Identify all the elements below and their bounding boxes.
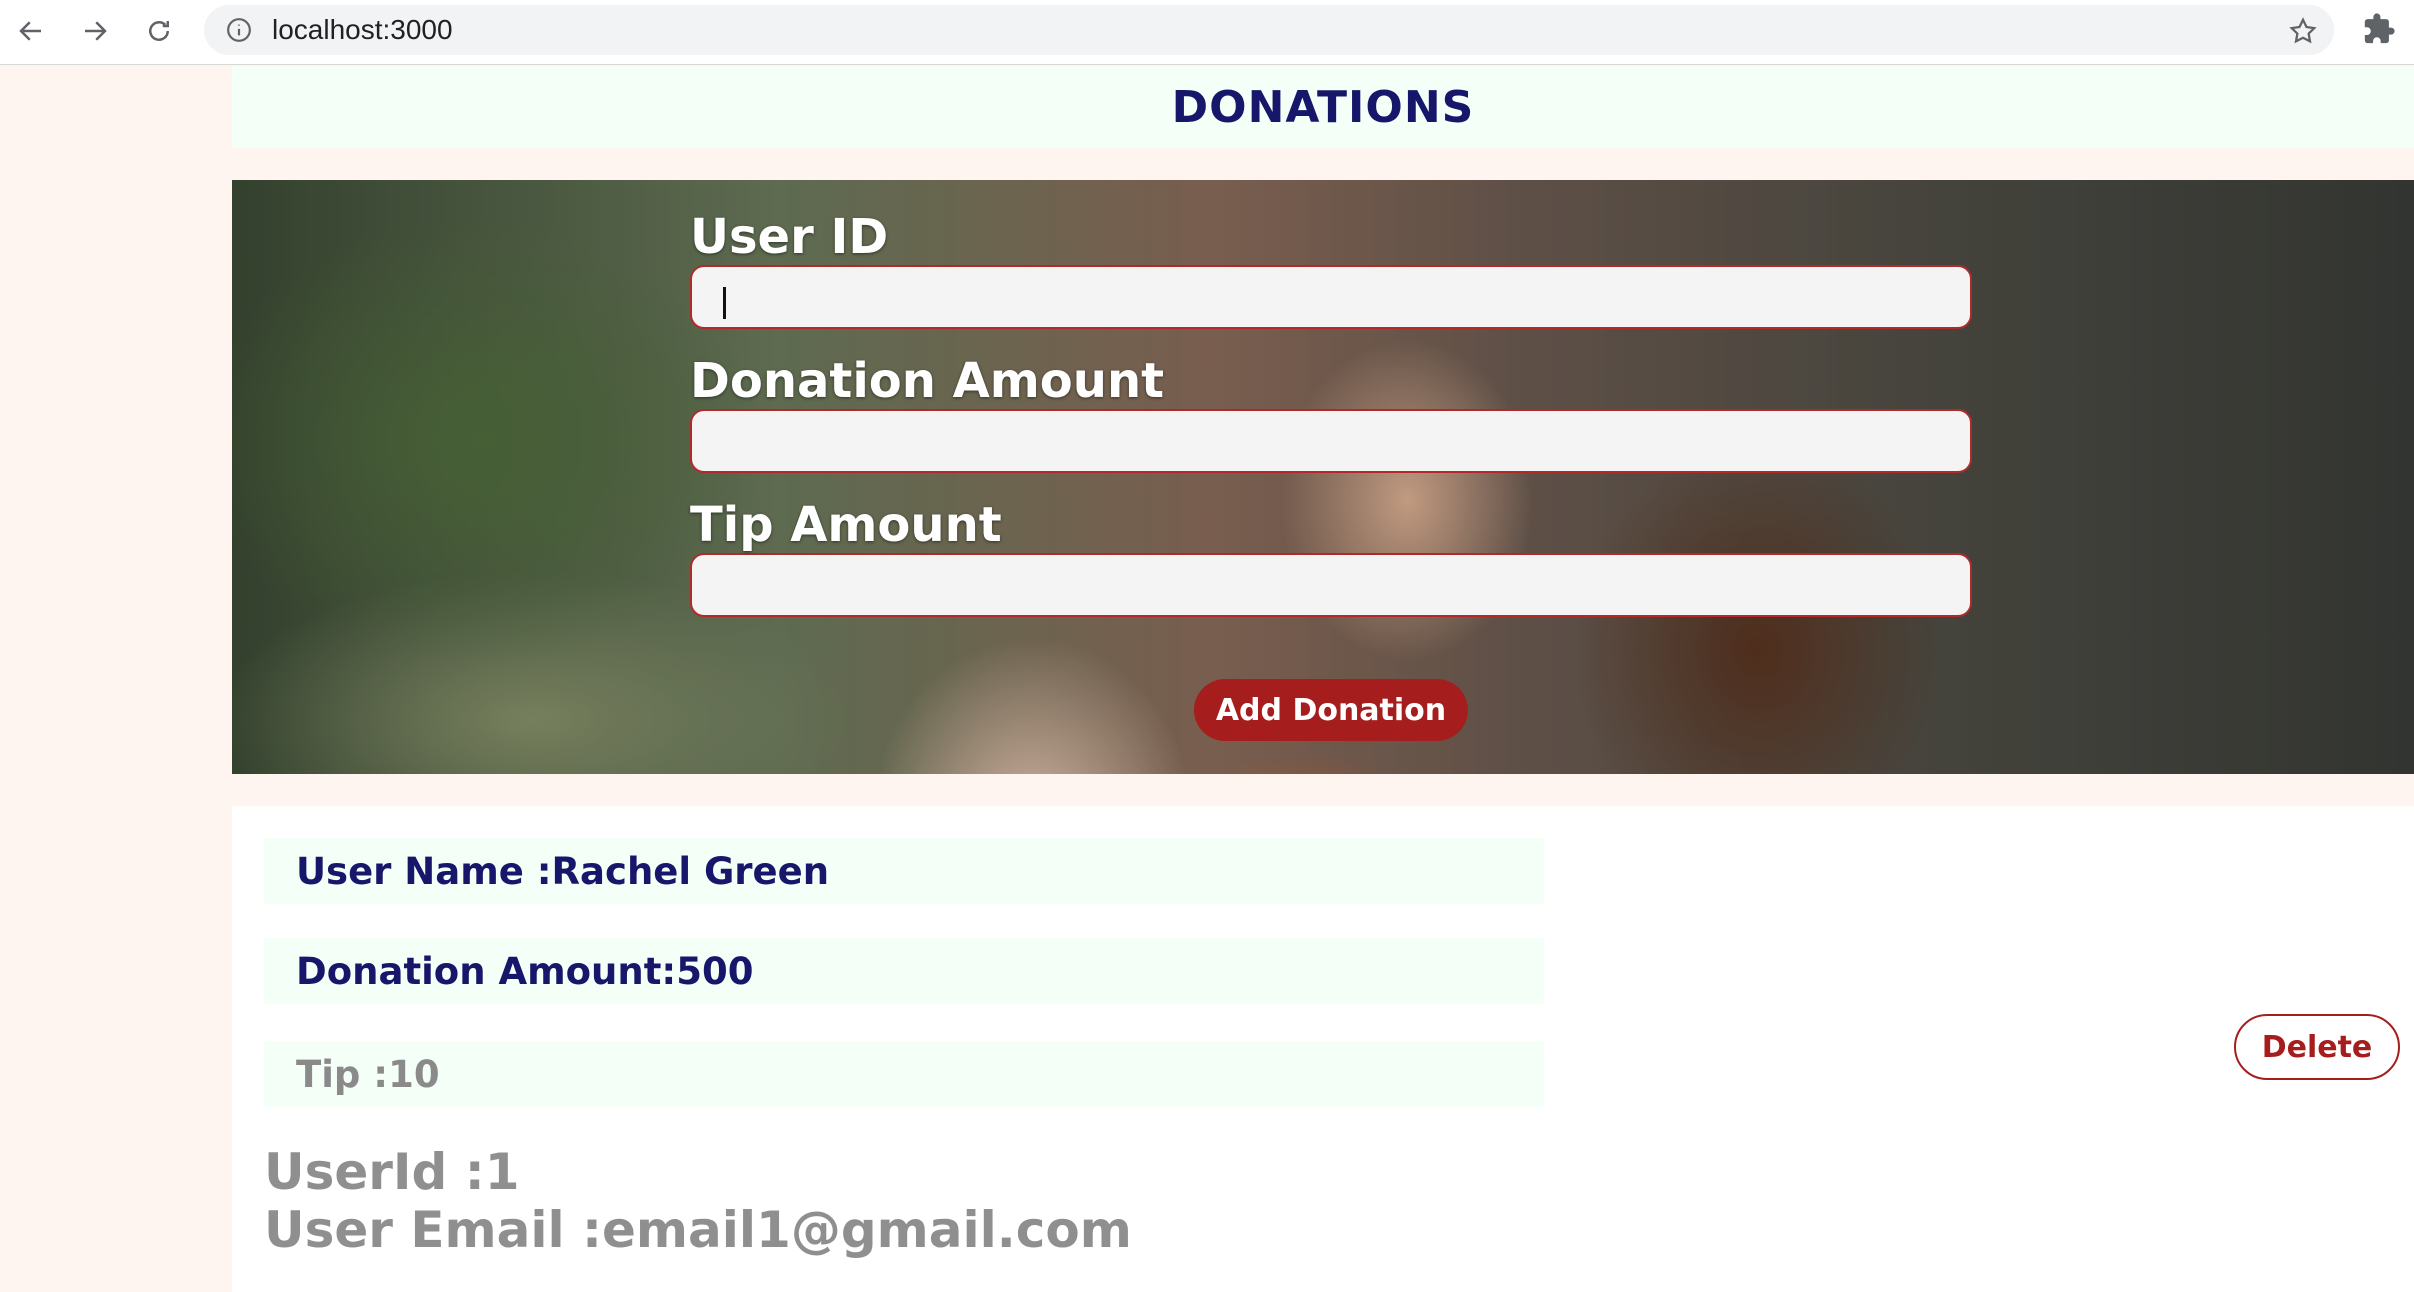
reload-icon[interactable] bbox=[136, 8, 182, 54]
donation-amount-input[interactable] bbox=[690, 409, 1972, 473]
tip-row: Tip :10 bbox=[264, 1041, 1544, 1107]
star-icon[interactable] bbox=[2288, 16, 2318, 46]
puzzle-icon[interactable] bbox=[2362, 12, 2396, 46]
donation-amount-label: Donation Amount bbox=[690, 353, 1165, 409]
user-id-input[interactable] bbox=[690, 265, 1972, 329]
delete-button[interactable]: Delete bbox=[2234, 1014, 2400, 1080]
info-icon[interactable] bbox=[226, 17, 252, 43]
browser-toolbar: localhost:3000 bbox=[0, 0, 2414, 65]
tip-amount-input[interactable] bbox=[690, 553, 1972, 617]
page-header: DONATIONS bbox=[232, 66, 2414, 148]
url-text[interactable]: localhost:3000 bbox=[272, 15, 453, 45]
tip-amount-label: Tip Amount bbox=[690, 497, 1002, 553]
text-cursor bbox=[723, 287, 726, 319]
user-id-label: User ID bbox=[690, 209, 889, 265]
user-id-text: UserId :1 bbox=[264, 1143, 520, 1201]
add-donation-button[interactable]: Add Donation bbox=[1194, 679, 1468, 741]
user-email-text: User Email :email1@gmail.com bbox=[264, 1201, 1132, 1259]
address-bar[interactable]: localhost:3000 bbox=[204, 5, 2334, 55]
page-title: DONATIONS bbox=[1171, 81, 1475, 133]
donation-form: User ID Donation Amount Tip Amount bbox=[690, 209, 1972, 641]
user-name-row: User Name :Rachel Green bbox=[264, 838, 1544, 904]
back-arrow-icon[interactable] bbox=[8, 8, 54, 54]
forward-arrow-icon[interactable] bbox=[72, 8, 118, 54]
donation-amount-row: Donation Amount:500 bbox=[264, 938, 1544, 1004]
